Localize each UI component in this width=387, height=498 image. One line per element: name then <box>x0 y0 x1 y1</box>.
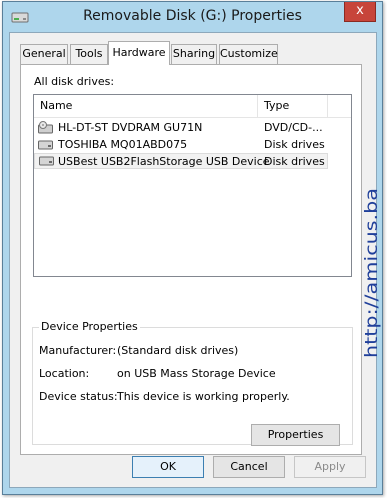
optical-drive-icon <box>38 121 53 134</box>
location-label: Location: <box>39 367 90 380</box>
dialog-client: General Tools Hardware Sharing Customize… <box>9 32 377 488</box>
column-header-type[interactable]: Type <box>258 95 328 117</box>
location-value: on USB Mass Storage Device <box>117 367 276 380</box>
list-item[interactable]: HL-DT-ST DVDRAM GU71N DVD/CD-... <box>34 120 328 136</box>
tab-customize[interactable]: Customize <box>219 44 278 64</box>
manufacturer-value: (Standard disk drives) <box>117 344 239 357</box>
title-bar[interactable]: Removable Disk (G:) Properties x <box>3 2 382 32</box>
device-status-label: Device status: <box>39 390 118 403</box>
properties-window: Removable Disk (G:) Properties x General… <box>2 1 383 495</box>
disk-drive-icon <box>39 156 54 166</box>
list-header: Name Type <box>34 95 351 118</box>
hardware-panel: All disk drives: Name Type HL-DT-ST DVDR… <box>20 64 362 455</box>
tab-hardware[interactable]: Hardware <box>108 41 170 65</box>
tab-sharing[interactable]: Sharing <box>171 44 217 64</box>
ok-button[interactable]: OK <box>132 456 204 478</box>
device-properties-title: Device Properties <box>39 320 140 333</box>
drive-type: Disk drives <box>264 138 325 151</box>
all-disk-drives-label: All disk drives: <box>34 75 115 88</box>
drive-name: HL-DT-ST DVDRAM GU71N <box>58 121 203 134</box>
drive-name: TOSHIBA MQ01ABD075 <box>58 138 188 151</box>
apply-button[interactable]: Apply <box>294 456 366 478</box>
device-status-value: This device is working properly. <box>117 390 290 403</box>
drive-name: USBest USB2FlashStorage USB Device <box>58 155 270 168</box>
list-item-selected[interactable]: USBest USB2FlashStorage USB Device Disk … <box>34 153 328 169</box>
properties-button[interactable]: Properties <box>251 424 340 446</box>
manufacturer-label: Manufacturer: <box>39 344 117 357</box>
disk-drive-icon <box>38 140 53 150</box>
column-header-name[interactable]: Name <box>34 95 258 117</box>
drive-type: DVD/CD-... <box>264 121 323 134</box>
cancel-button[interactable]: Cancel <box>213 456 285 478</box>
watermark: http://amicus.ba <box>362 188 382 358</box>
tab-tools[interactable]: Tools <box>70 44 108 64</box>
watermark-text: http://amicus.ba <box>362 188 382 358</box>
tab-general[interactable]: General <box>20 44 68 64</box>
device-properties-group: Device Properties Manufacturer: (Standar… <box>32 320 353 446</box>
window-title: Removable Disk (G:) Properties <box>83 8 302 24</box>
list-item[interactable]: TOSHIBA MQ01ABD075 Disk drives <box>34 137 328 153</box>
close-button[interactable]: x <box>344 2 376 22</box>
close-icon: x <box>356 3 364 18</box>
drive-list[interactable]: Name Type HL-DT-ST DVDRAM GU71N DVD/CD-.… <box>33 94 352 277</box>
drive-type: Disk drives <box>264 155 325 168</box>
